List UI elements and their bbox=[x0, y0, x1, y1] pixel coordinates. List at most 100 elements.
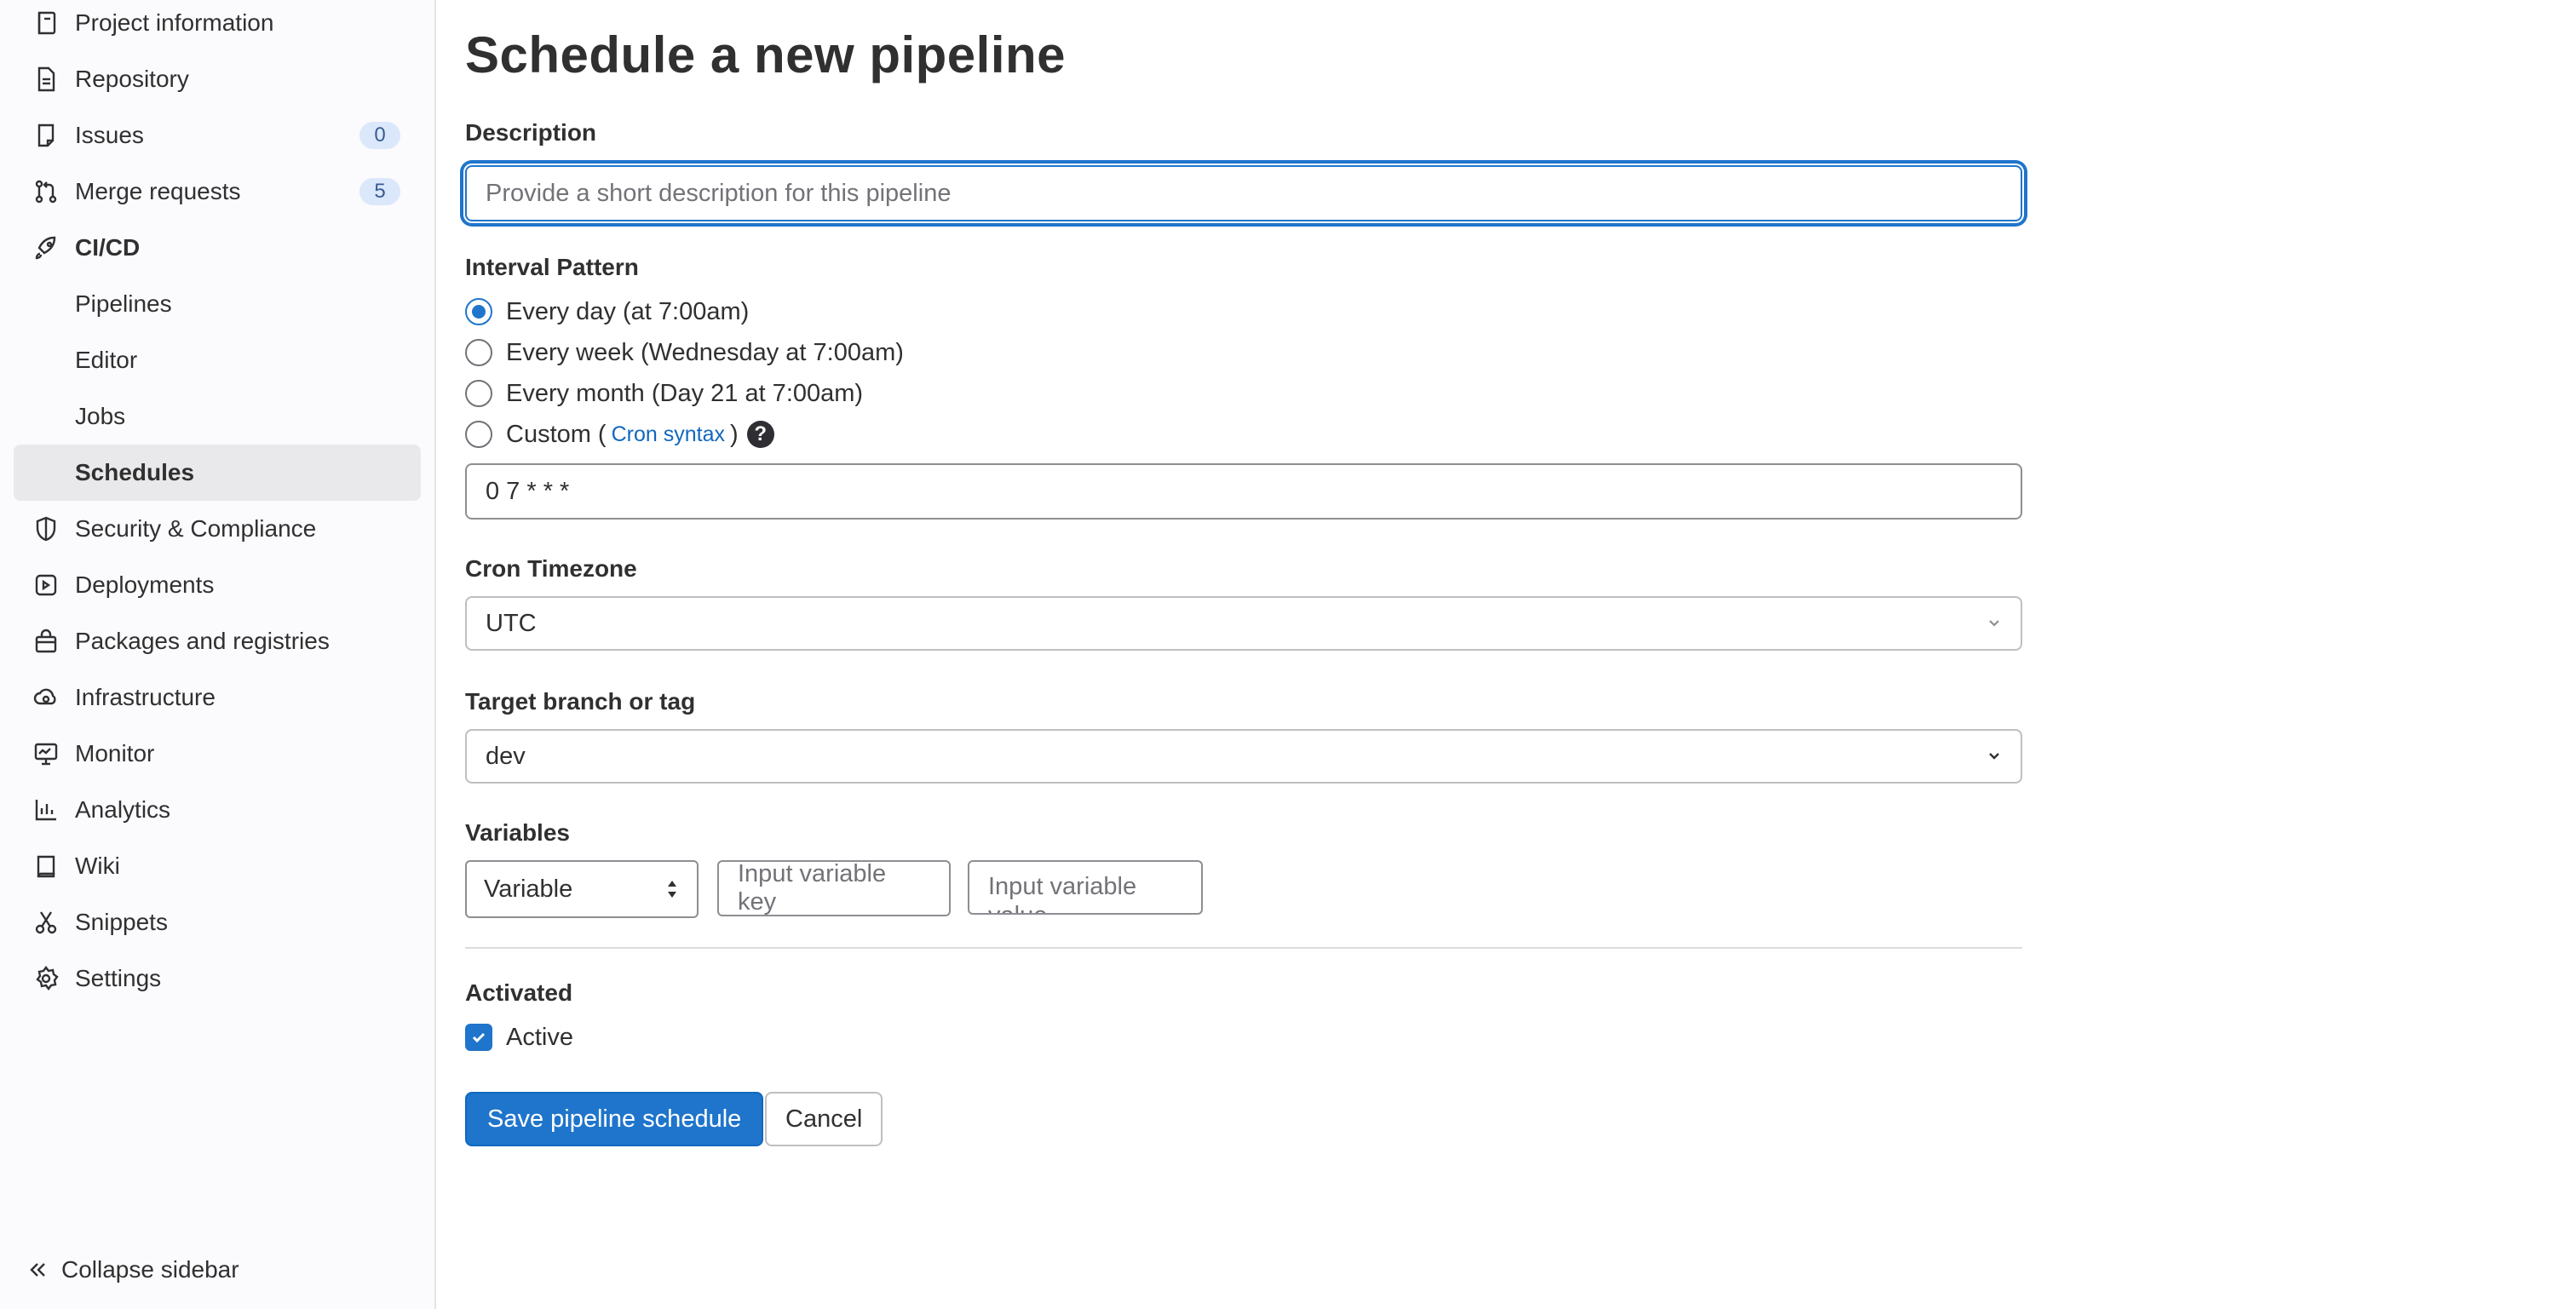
sidebar-item-project-information[interactable]: Project information bbox=[14, 0, 421, 51]
chevron-down-icon bbox=[1989, 753, 1999, 760]
app-root: Project information Repository Issues 0 bbox=[0, 0, 2576, 1309]
radio-button[interactable] bbox=[465, 339, 492, 366]
variable-key-input[interactable]: Input variable key bbox=[717, 860, 951, 916]
deployments-icon bbox=[32, 571, 60, 599]
select-arrows-icon bbox=[668, 881, 676, 898]
variable-value-input[interactable]: Input variable value bbox=[968, 860, 1203, 915]
save-pipeline-schedule-button[interactable]: Save pipeline schedule bbox=[465, 1092, 764, 1146]
variable-type-value: Variable bbox=[484, 875, 573, 903]
sidebar-item-snippets[interactable]: Snippets bbox=[14, 894, 421, 950]
cloud-gear-icon bbox=[32, 684, 60, 711]
sidebar-item-label: Project information bbox=[75, 9, 274, 36]
divider bbox=[465, 947, 2022, 949]
target-branch-value: dev bbox=[486, 742, 526, 770]
interval-option-monthly[interactable]: Every month (Day 21 at 7:00am) bbox=[465, 376, 863, 410]
chevron-down-icon bbox=[1989, 620, 1999, 627]
sidebar-item-merge-requests[interactable]: Merge requests 5 bbox=[14, 164, 421, 220]
sidebar-item-label: Deployments bbox=[75, 571, 215, 598]
description-label: Description bbox=[465, 119, 597, 146]
sidebar-item-label: Editor bbox=[75, 347, 138, 373]
variables-label: Variables bbox=[465, 819, 570, 846]
radio-button[interactable] bbox=[465, 421, 492, 448]
target-branch-dropdown[interactable]: dev bbox=[465, 729, 2022, 784]
sidebar-item-label: Analytics bbox=[75, 796, 171, 823]
radio-button[interactable] bbox=[465, 380, 492, 407]
document-icon bbox=[32, 66, 60, 93]
sidebar-item-label: Snippets bbox=[75, 909, 168, 935]
interval-option-label: Every week (Wednesday at 7:00am) bbox=[506, 338, 904, 366]
sidebar-item-cicd[interactable]: CI/CD bbox=[14, 220, 421, 276]
active-checkbox[interactable] bbox=[465, 1024, 492, 1051]
sidebar-item-label: Issues bbox=[75, 122, 144, 148]
checkmark-icon bbox=[472, 1032, 486, 1043]
variable-value-placeholder: Input variable value bbox=[988, 873, 1137, 913]
description-input[interactable] bbox=[465, 165, 2022, 221]
sidebar-item-wiki[interactable]: Wiki bbox=[14, 838, 421, 894]
interval-option-label: Every month (Day 21 at 7:00am) bbox=[506, 379, 864, 407]
cron-timezone-label: Cron Timezone bbox=[465, 555, 637, 582]
interval-option-label: Every day (at 7:00am) bbox=[506, 297, 750, 325]
collapse-sidebar-label: Collapse sidebar bbox=[61, 1256, 239, 1283]
sidebar-item-pipelines[interactable]: Pipelines bbox=[14, 276, 421, 332]
scissors-icon bbox=[32, 909, 60, 936]
sidebar-item-deployments[interactable]: Deployments bbox=[14, 557, 421, 613]
sidebar-item-jobs[interactable]: Jobs bbox=[14, 388, 421, 445]
sidebar-item-analytics[interactable]: Analytics bbox=[14, 782, 421, 838]
paren-open: ( bbox=[597, 420, 607, 448]
sidebar-item-label: Merge requests bbox=[75, 178, 241, 204]
sidebar-item-infrastructure[interactable]: Infrastructure bbox=[14, 669, 421, 726]
book-icon bbox=[32, 853, 60, 880]
interval-option-label: Custom bbox=[506, 420, 591, 448]
interval-pattern-label: Interval Pattern bbox=[465, 254, 639, 280]
cancel-button[interactable]: Cancel bbox=[765, 1092, 883, 1146]
timezone-value: UTC bbox=[486, 609, 537, 637]
sidebar: Project information Repository Issues 0 bbox=[0, 0, 436, 1309]
shield-icon bbox=[32, 515, 60, 543]
sidebar-item-label: Repository bbox=[75, 66, 189, 92]
variable-type-select[interactable]: Variable bbox=[465, 860, 699, 918]
target-branch-label: Target branch or tag bbox=[465, 688, 696, 715]
sidebar-item-issues[interactable]: Issues 0 bbox=[14, 107, 421, 164]
sidebar-item-monitor[interactable]: Monitor bbox=[14, 726, 421, 782]
project-icon bbox=[32, 9, 60, 37]
monitor-icon bbox=[32, 740, 60, 767]
collapse-sidebar-button[interactable]: Collapse sidebar bbox=[0, 1251, 434, 1289]
sidebar-nav: Project information Repository Issues 0 bbox=[0, 0, 434, 1007]
active-checkbox-label: Active bbox=[506, 1023, 573, 1051]
activated-label: Activated bbox=[465, 979, 573, 1006]
merge-requests-count-badge: 5 bbox=[359, 178, 400, 205]
cron-pattern-input[interactable] bbox=[465, 463, 2022, 520]
cron-syntax-link[interactable]: Cron syntax bbox=[612, 422, 725, 447]
sidebar-item-label: Jobs bbox=[75, 403, 126, 429]
sidebar-item-label: Monitor bbox=[75, 740, 155, 766]
double-chevron-left-icon bbox=[26, 1258, 49, 1282]
issues-count-badge: 0 bbox=[359, 122, 400, 149]
paren-close: ) bbox=[729, 420, 739, 448]
sidebar-item-label: Wiki bbox=[75, 853, 120, 879]
sidebar-item-label: Infrastructure bbox=[75, 684, 216, 710]
interval-option-daily[interactable]: Every day (at 7:00am) bbox=[465, 295, 749, 329]
gear-icon bbox=[32, 965, 60, 992]
interval-option-custom[interactable]: Custom ( Cron syntax ) ? bbox=[465, 417, 774, 451]
chart-icon bbox=[32, 796, 60, 824]
rocket-icon bbox=[32, 234, 60, 261]
radio-button[interactable] bbox=[465, 298, 492, 325]
sidebar-item-label: Schedules bbox=[75, 459, 195, 485]
page-title: Schedule a new pipeline bbox=[465, 26, 1067, 83]
sidebar-item-label: Security & Compliance bbox=[75, 515, 317, 542]
sidebar-item-settings[interactable]: Settings bbox=[14, 950, 421, 1007]
question-icon[interactable]: ? bbox=[746, 421, 774, 448]
sidebar-item-security-compliance[interactable]: Security & Compliance bbox=[14, 501, 421, 557]
variable-key-placeholder: Input variable key bbox=[738, 860, 887, 916]
sidebar-item-label: Packages and registries bbox=[75, 628, 330, 654]
merge-request-icon bbox=[32, 178, 60, 205]
sidebar-item-schedules[interactable]: Schedules bbox=[14, 445, 421, 501]
package-icon bbox=[32, 628, 60, 655]
sidebar-item-repository[interactable]: Repository bbox=[14, 51, 421, 107]
sidebar-item-editor[interactable]: Editor bbox=[14, 332, 421, 388]
interval-option-weekly[interactable]: Every week (Wednesday at 7:00am) bbox=[465, 336, 904, 370]
active-checkbox-row[interactable]: Active bbox=[465, 1020, 573, 1054]
timezone-dropdown[interactable]: UTC bbox=[465, 596, 2022, 651]
sidebar-item-label: CI/CD bbox=[75, 234, 141, 261]
sidebar-item-packages-registries[interactable]: Packages and registries bbox=[14, 613, 421, 669]
